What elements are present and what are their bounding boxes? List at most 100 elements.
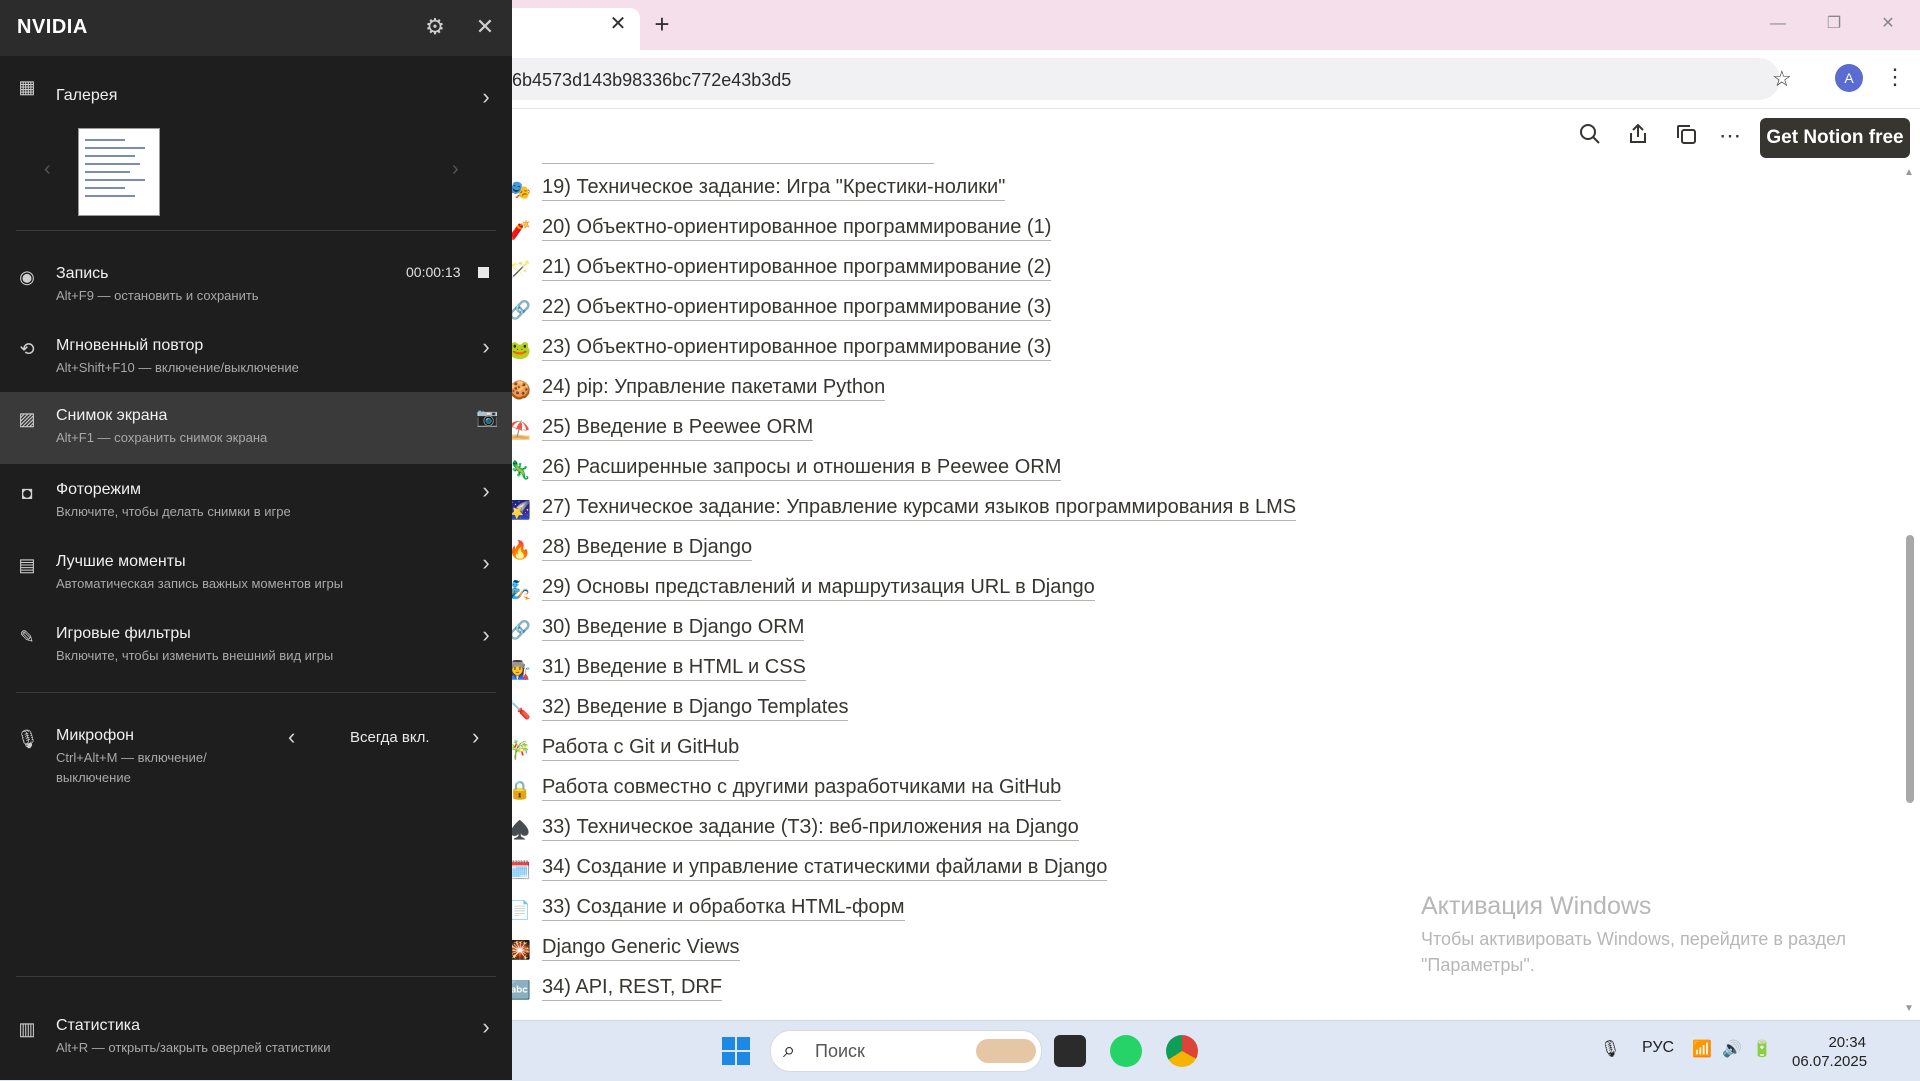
record-label: Запись <box>56 265 109 282</box>
chevron-right-icon: › <box>482 84 490 109</box>
separator <box>16 230 496 231</box>
screenshot-label: Снимок экрана <box>56 407 168 424</box>
share-icon[interactable] <box>1624 122 1652 150</box>
page-link-text[interactable]: Работа с Git и GitHub <box>542 736 740 761</box>
gallery-label: Галерея <box>56 87 118 104</box>
scroll-up-arrow-icon[interactable]: ▲ <box>1904 167 1914 178</box>
page-link-text[interactable]: 32) Введение в Django Templates <box>542 696 849 721</box>
language-indicator[interactable]: РУС <box>1642 1039 1674 1057</box>
taskbar-search[interactable]: ⌕ Поиск <box>770 1030 1042 1072</box>
microphone-tray-icon[interactable]: 🎙 <box>1600 1039 1620 1059</box>
highlights-row[interactable]: ▤ Лучшие моменты Автоматическая запись в… <box>0 538 512 610</box>
page-link-text[interactable]: Django Generic Views <box>542 936 740 961</box>
gallery-thumbnail[interactable] <box>78 128 160 216</box>
page-link-text[interactable]: 23) Объектно-ориентированное программиро… <box>542 336 1052 361</box>
screenshot-shortcut: Alt+F1 — сохранить снимок экрана <box>56 430 268 445</box>
instant-replay-shortcut: Alt+Shift+F10 — включение/выключение <box>56 360 299 375</box>
page-link-text[interactable]: 34) Создание и управление статическими ф… <box>542 856 1108 881</box>
clock-time: 20:34 <box>1828 1034 1866 1051</box>
instant-replay-row[interactable]: ⟲ Мгновенный повтор Alt+Shift+F10 — вклю… <box>0 322 512 394</box>
microphone-next-icon[interactable]: › <box>472 724 479 750</box>
partial-item-underline <box>542 163 934 164</box>
tab-close-button[interactable]: ✕ <box>606 12 630 36</box>
filter-edit-icon: ✎ <box>19 627 35 647</box>
new-tab-button[interactable]: + <box>650 10 674 38</box>
page-link-text[interactable]: 29) Основы представлений и маршрутизация… <box>542 576 1095 601</box>
record-shortcut: Alt+F9 — остановить и сохранить <box>56 288 259 303</box>
scroll-down-arrow-icon[interactable]: ▼ <box>1904 1003 1914 1014</box>
close-window-button[interactable]: ✕ <box>1872 10 1904 38</box>
taskbar-clock[interactable]: 20:34 06.07.2025 <box>1792 1033 1867 1071</box>
instant-replay-label: Мгновенный повтор <box>56 337 204 354</box>
scrollbar-thumb[interactable] <box>1906 535 1914 803</box>
close-icon[interactable]: ✕ <box>472 14 498 40</box>
highlights-sub: Автоматическая запись важных моментов иг… <box>56 576 344 591</box>
bookmark-star-icon[interactable]: ☆ <box>1772 66 1792 92</box>
separator <box>16 692 496 693</box>
microphone-shortcut-2: выключение <box>56 770 131 785</box>
chevron-right-icon: › <box>482 478 490 503</box>
page-link-text[interactable]: 33) Техническое задание (ТЗ): веб-прилож… <box>542 816 1079 841</box>
browser-menu-icon[interactable]: ⋮ <box>1884 64 1906 90</box>
camera-icon[interactable]: 📷 <box>476 404 498 430</box>
page-link-text[interactable]: 31) Введение в HTML и CSS <box>542 656 806 681</box>
game-filters-row[interactable]: ✎ Игровые фильтры Включите, чтобы измени… <box>0 610 512 682</box>
battery-icon[interactable]: 🔋 <box>1752 1039 1772 1059</box>
page-link-text[interactable]: 22) Объектно-ориентированное программиро… <box>542 296 1052 321</box>
settings-gear-icon[interactable]: ⚙ <box>422 14 448 40</box>
profile-avatar[interactable]: A <box>1835 64 1863 92</box>
windows-start-icon[interactable] <box>722 1037 750 1065</box>
photo-mode-row[interactable]: ◘ Фоторежим Включите, чтобы делать снимк… <box>0 466 512 538</box>
record-row[interactable]: ◉ Запись Alt+F9 — остановить и сохранить <box>0 250 512 322</box>
page-link-text[interactable]: 25) Введение в Peewee ORM <box>542 416 814 441</box>
wifi-icon[interactable]: 📶 <box>1692 1039 1712 1059</box>
whatsapp-icon[interactable] <box>1110 1035 1142 1067</box>
nvidia-header: NVIDIA ⚙ ✕ <box>0 0 512 56</box>
stats-row[interactable]: ▥ Статистика Alt+R — открыть/закрыть ове… <box>0 1002 512 1074</box>
activation-watermark-text: Чтобы активировать Windows, перейдите в … <box>1421 929 1847 975</box>
highlights-label: Лучшие моменты <box>56 553 186 570</box>
duplicate-icon[interactable] <box>1672 122 1700 150</box>
chevron-right-icon: › <box>482 550 490 575</box>
page-link-text[interactable]: 24) pip: Управление пакетами Python <box>542 376 886 401</box>
microphone-label: Микрофон <box>56 727 134 744</box>
page-link-text[interactable]: 26) Расширенные запросы и отношения в Pe… <box>542 456 1062 481</box>
restore-button[interactable]: ❐ <box>1818 10 1850 38</box>
gallery-icon: ▦ <box>18 77 36 97</box>
clapperboard-icon: ▤ <box>18 555 36 575</box>
get-notion-free-button[interactable]: Get Notion free <box>1760 118 1910 158</box>
volume-icon[interactable]: 🔊 <box>1722 1039 1742 1059</box>
page-link-text[interactable]: 19) Техническое задание: Игра "Крестики-… <box>542 176 1006 201</box>
page-link-text[interactable]: 34) API, REST, DRF <box>542 976 723 1001</box>
page-link-text[interactable]: 28) Введение в Django <box>542 536 753 561</box>
more-options-icon[interactable]: ⋯ <box>1716 122 1744 150</box>
game-filters-sub: Включите, чтобы изменить внешний вид игр… <box>56 648 334 663</box>
search-icon[interactable] <box>1576 122 1604 150</box>
minimize-button[interactable]: — <box>1762 10 1794 38</box>
gallery-next-icon[interactable]: › <box>452 158 459 181</box>
page-link-text[interactable]: 20) Объектно-ориентированное программиро… <box>542 216 1052 241</box>
gallery-prev-icon[interactable]: ‹ <box>44 158 51 181</box>
microphone-row: 🎙 Микрофон Ctrl+Alt+M — включение/ выклю… <box>0 712 512 796</box>
terminal-app-icon[interactable] <box>1054 1035 1086 1067</box>
gallery-row[interactable]: ▦ Галерея › <box>0 60 512 132</box>
instant-replay-icon: ⟲ <box>19 339 35 359</box>
photo-mode-sub: Включите, чтобы делать снимки в игре <box>56 504 291 519</box>
screenshot-row[interactable]: ▨ Снимок экрана Alt+F1 — сохранить снимо… <box>0 392 512 464</box>
nvidia-overlay-panel: NVIDIA ⚙ ✕ ▦ Галерея › ‹ › ◉ Запись Alt+… <box>0 0 512 1080</box>
chevron-right-icon: › <box>482 622 490 647</box>
activation-watermark-title: Активация Windows <box>1421 892 1652 920</box>
page-link-text[interactable]: 33) Создание и обработка HTML-форм <box>542 896 905 921</box>
chrome-icon[interactable] <box>1166 1035 1198 1067</box>
page-link-text[interactable]: 30) Введение в Django ORM <box>542 616 805 641</box>
nvidia-title: NVIDIA <box>17 16 88 38</box>
stop-record-icon[interactable] <box>478 267 489 278</box>
microphone-prev-icon[interactable]: ‹ <box>288 724 295 750</box>
chevron-right-icon: › <box>482 1014 490 1039</box>
microphone-shortcut-1: Ctrl+Alt+M — включение/ <box>56 750 207 765</box>
page-link-text[interactable]: 27) Техническое задание: Управление курс… <box>542 496 1297 521</box>
page-link-text[interactable]: 21) Объектно-ориентированное программиро… <box>542 256 1052 281</box>
url-text[interactable]: 6b4573d143b98336bc772e43b3d5 <box>512 70 791 91</box>
page-link-text[interactable]: Работа совместно с другими разработчикам… <box>542 776 1062 801</box>
chevron-right-icon: › <box>482 334 490 359</box>
